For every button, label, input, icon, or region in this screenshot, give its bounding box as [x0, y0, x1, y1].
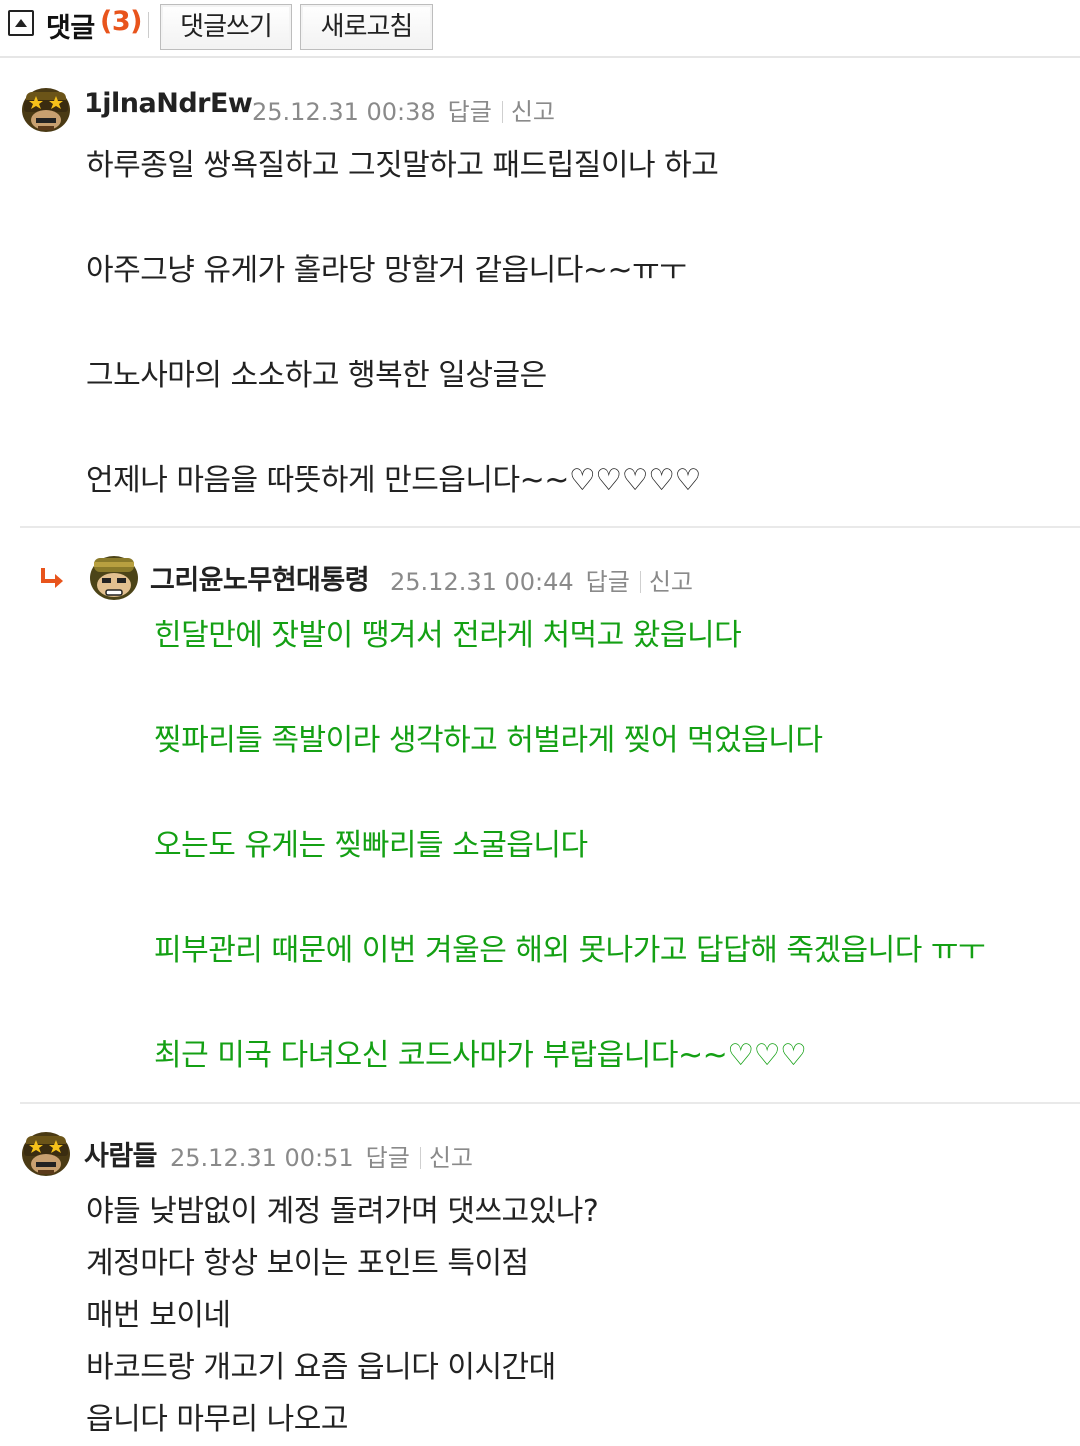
meta-separator [419, 1147, 421, 1169]
meta-separator [639, 571, 641, 593]
comment-text-line: 야들 낮밤없이 계정 돌려가며 댓쓰고있나? [86, 1194, 599, 1229]
comment-text-line: 아주그냥 유게가 홀라당 망할거 같읍니다~~ㅠㅜ [86, 253, 687, 288]
report-link[interactable]: 신고 [429, 1144, 473, 1172]
comments-toolbar: 댓글 (3) 댓글쓰기 새로고침 [0, 0, 1080, 58]
comment-author[interactable]: 사람들 [84, 1134, 158, 1173]
reply-link[interactable]: 답글 [448, 98, 492, 126]
comment-divider [20, 526, 1080, 528]
comment-text-line: 피부관리 때문에 이번 겨울은 해외 못나가고 답답해 죽겠읍니다 ㅠㅜ [154, 933, 986, 968]
avatar[interactable] [88, 550, 140, 602]
collapse-up-icon[interactable] [8, 10, 34, 36]
write-comment-button[interactable]: 댓글쓰기 [160, 4, 292, 50]
comment-meta: 25.12.31 00:51 답글 신고 [170, 1138, 473, 1173]
refresh-button[interactable]: 새로고침 [300, 4, 433, 50]
comment-text-line: 그노사마의 소소하고 행복한 일상글은 [86, 358, 547, 393]
comments-label: 댓글 [46, 13, 95, 44]
report-link[interactable]: 신고 [511, 98, 555, 126]
comment-divider [20, 1102, 1080, 1104]
comment-text-line: 힌달만에 잣발이 땡겨서 전라게 처먹고 왔읍니다 [154, 618, 742, 653]
toolbar-divider [148, 12, 149, 38]
comment-text-line: 매번 보이네 [86, 1298, 231, 1333]
reply-arrow-icon [41, 568, 63, 588]
comment-text-line: 오는도 유게는 찢빠리들 소굴읍니다 [154, 828, 588, 863]
comment-author[interactable]: 1jlnaNdrEw [84, 88, 253, 119]
reply-link[interactable]: 답글 [586, 568, 630, 596]
comment-text-line: 언제나 마음을 따뜻하게 만드읍니다~~♡♡♡♡♡ [86, 463, 701, 498]
comment-text-line: 계정마다 항상 보이는 포인트 특이점 [86, 1246, 529, 1281]
comment-datetime: 25.12.31 00:44 [390, 568, 574, 596]
report-link[interactable]: 신고 [649, 568, 693, 596]
avatar[interactable] [20, 1126, 72, 1178]
comment-text-line: 바코드랑 개고기 요즘 읍니다 이시간대 [86, 1350, 556, 1385]
comment-text-line: 읍니다 마무리 나오고 [86, 1402, 348, 1437]
comment-text-line: 최근 미국 다녀오신 코드사마가 부랍읍니다~~♡♡♡ [154, 1038, 807, 1073]
reply-link[interactable]: 답글 [366, 1144, 410, 1172]
comment-author[interactable]: 그리윤노무현대통령 [150, 558, 370, 597]
comment-meta: 25.12.31 00:44 답글 신고 [390, 562, 693, 597]
meta-separator [501, 101, 503, 123]
avatar[interactable] [20, 82, 72, 134]
comment-datetime: 25.12.31 00:51 [170, 1144, 354, 1172]
comment-datetime: 25.12.31 00:38 [252, 98, 436, 126]
comment-text-line: 하루종일 쌍욕질하고 그짓말하고 패드립질이나 하고 [86, 148, 719, 183]
comment-text-line: 찢파리들 족발이라 생각하고 허벌라게 찢어 먹었읍니다 [154, 723, 823, 758]
comment-meta: 25.12.31 00:38 답글 신고 [252, 92, 555, 127]
comments-count: (3) [100, 6, 142, 37]
